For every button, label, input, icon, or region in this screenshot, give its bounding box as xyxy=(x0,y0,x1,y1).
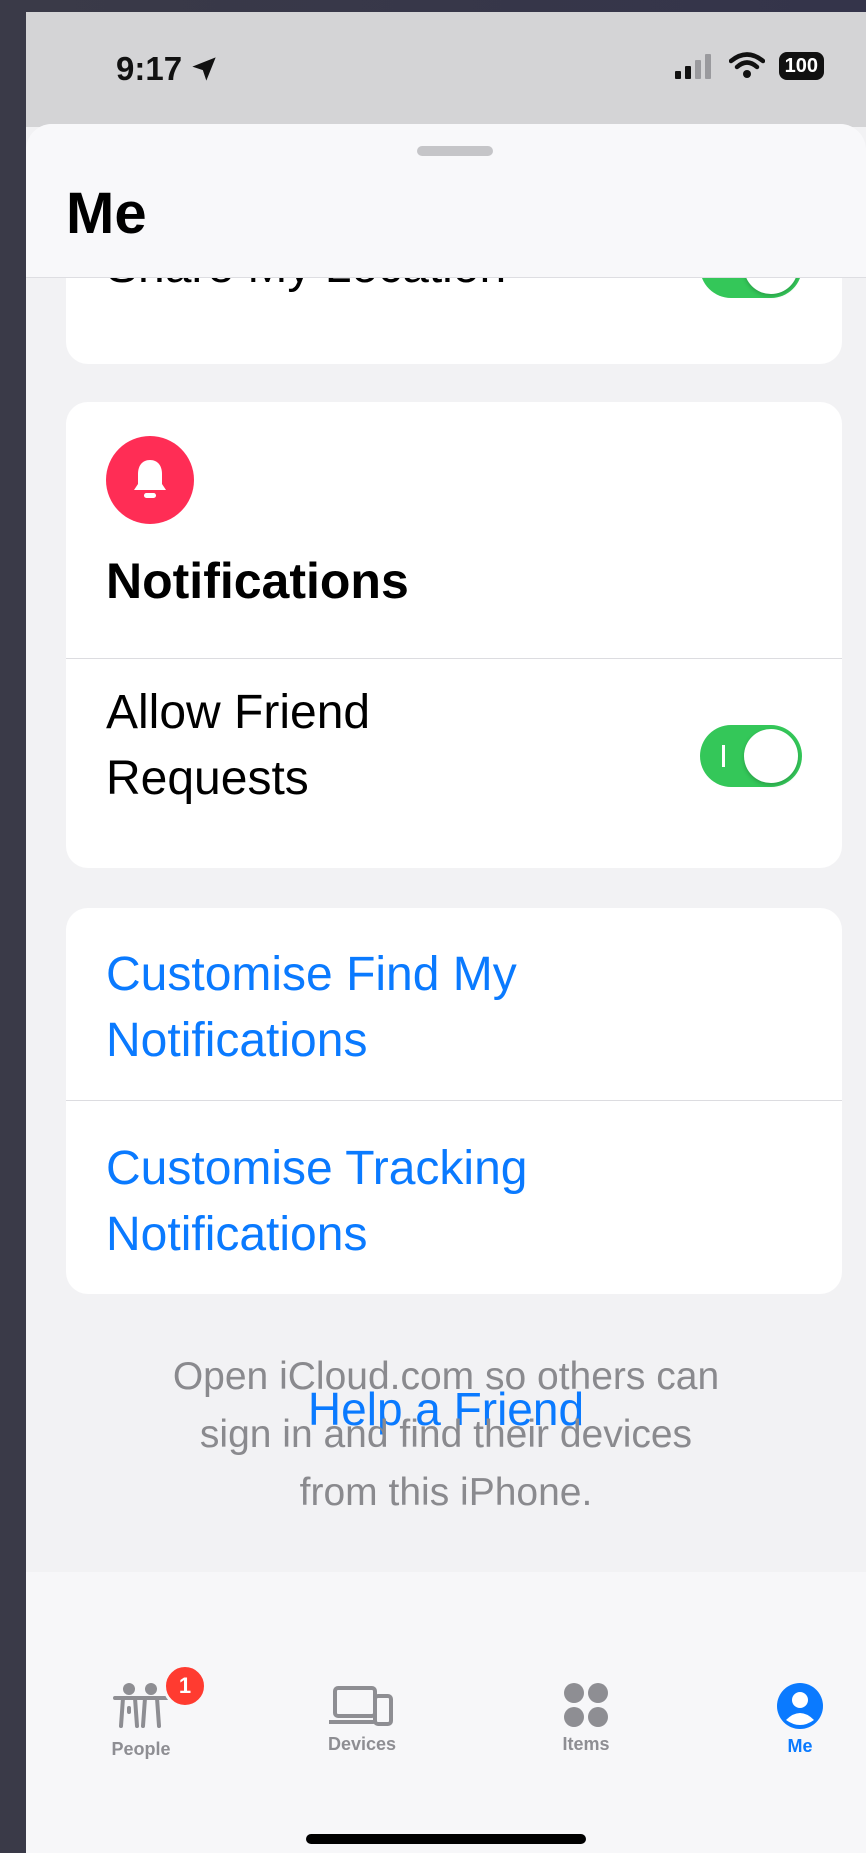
cellular-signal-icon xyxy=(674,54,711,79)
tab-items[interactable]: Items xyxy=(516,1682,656,1755)
status-icons: 100 xyxy=(674,52,824,80)
notification-bell-badge xyxy=(106,436,194,524)
bell-icon xyxy=(134,460,166,498)
toggle-on-mark xyxy=(722,745,725,767)
customise-find-my-link[interactable]: Customise Find My Notifications xyxy=(106,942,517,1074)
tab-devices[interactable]: Devices xyxy=(292,1682,432,1755)
help-desc-line1: Open iCloud.com so others can xyxy=(172,1355,720,1398)
sheet-header: Me xyxy=(26,124,866,278)
status-time: 9:17 xyxy=(116,50,218,88)
customise-tracking-line1: Customise Tracking xyxy=(106,1142,528,1195)
allow-friend-requests-line2: Requests xyxy=(106,752,309,805)
toggle-knob xyxy=(744,729,798,783)
notifications-card: Notifications Allow Friend Requests xyxy=(66,402,842,868)
tab-people-label: People xyxy=(111,1739,171,1759)
tab-devices-label: Devices xyxy=(327,1734,397,1754)
help-desc-line2: sign in and find their devices xyxy=(199,1413,693,1456)
location-arrow-icon xyxy=(192,57,216,81)
home-indicator[interactable] xyxy=(306,1834,586,1844)
me-icon xyxy=(777,1683,823,1729)
items-icon xyxy=(564,1683,608,1727)
divider xyxy=(66,1100,842,1101)
status-bar: 9:17 100 xyxy=(26,12,866,127)
battery-indicator: 100 xyxy=(778,52,824,80)
phone-screen: 9:17 100 Me Sha xyxy=(26,12,866,1853)
page-title: Me xyxy=(66,181,147,246)
tab-me[interactable]: Me xyxy=(730,1682,866,1757)
time-text: 9:17 xyxy=(116,50,183,87)
tab-people[interactable]: 1 People xyxy=(71,1664,211,1760)
divider xyxy=(66,658,842,659)
allow-friend-requests-line1: Allow Friend xyxy=(106,686,371,739)
customise-tracking-line2: Notifications xyxy=(106,1208,368,1261)
allow-friend-requests-toggle[interactable] xyxy=(700,725,802,787)
tab-bar: 1 People Devices Items Me xyxy=(26,1572,866,1853)
customise-find-my-line1: Customise Find My xyxy=(106,948,517,1001)
help-a-friend-description: Open iCloud.com so others can sign in an… xyxy=(126,1348,766,1522)
wifi-icon xyxy=(728,52,765,78)
devices-icon xyxy=(329,1686,393,1726)
sheet-grabber[interactable] xyxy=(417,146,493,156)
help-desc-line3: from this iPhone. xyxy=(299,1471,593,1514)
allow-friend-requests-label: Allow Friend Requests xyxy=(106,680,370,812)
customise-card: Customise Find My Notifications Customis… xyxy=(66,908,842,1294)
customise-find-my-line2: Notifications xyxy=(106,1014,368,1067)
customise-tracking-link[interactable]: Customise Tracking Notifications xyxy=(106,1136,527,1268)
notifications-heading: Notifications xyxy=(106,553,409,609)
people-badge: 1 xyxy=(163,1664,207,1708)
tab-items-label: Items xyxy=(562,1734,610,1754)
tab-me-label: Me xyxy=(787,1736,813,1756)
people-icon-wrap: 1 xyxy=(109,1664,207,1733)
